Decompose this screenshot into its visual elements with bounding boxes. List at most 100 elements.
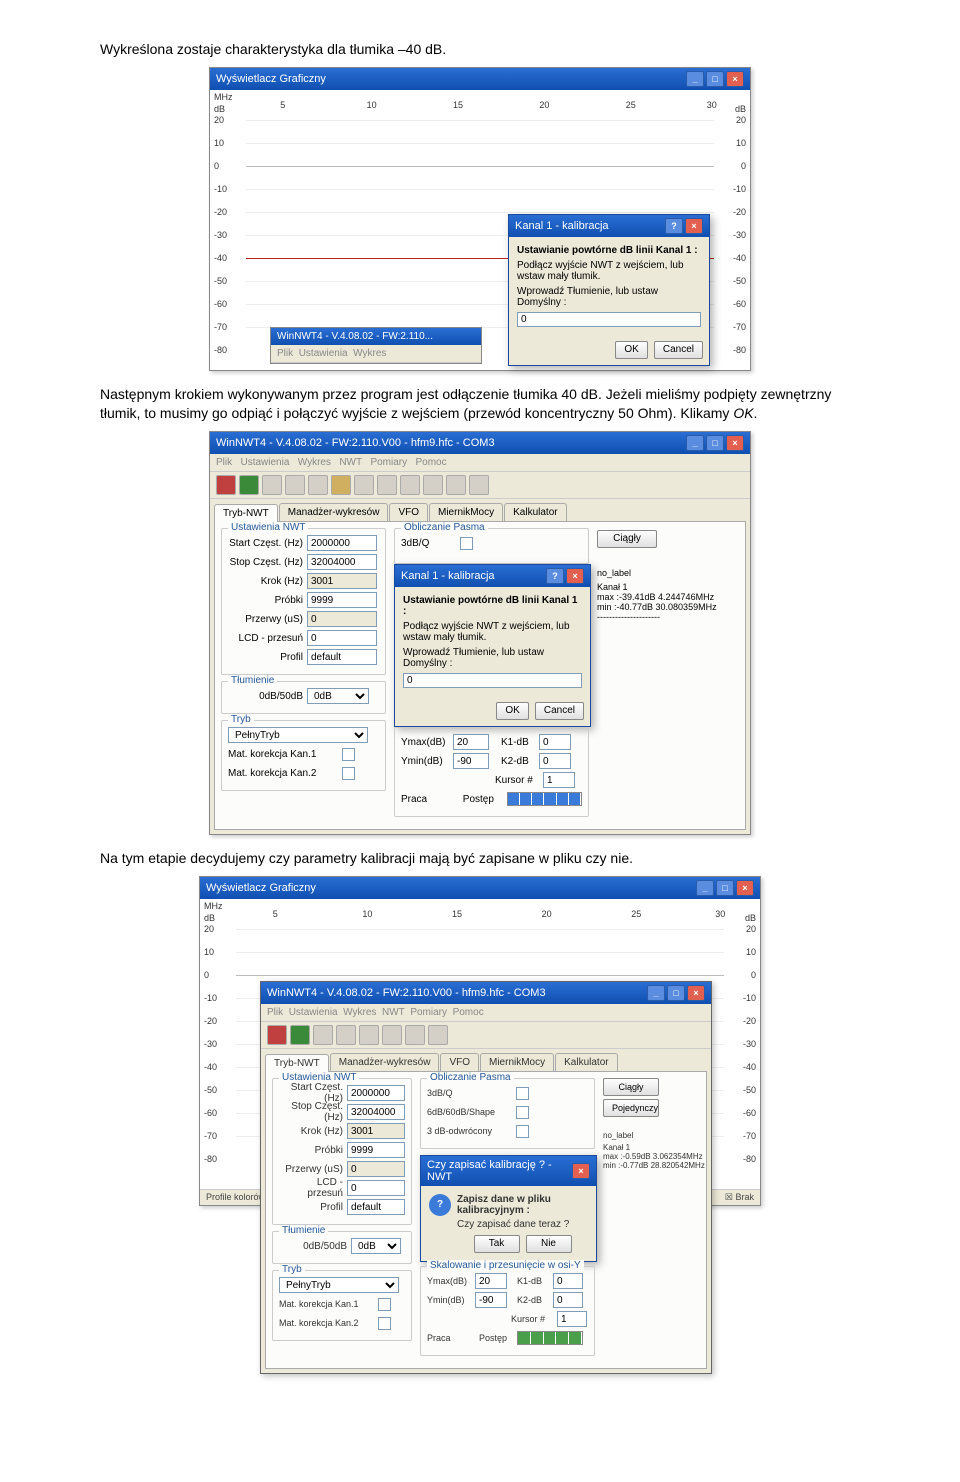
toolbar-icon[interactable] (405, 1025, 425, 1045)
checkbox[interactable] (378, 1298, 391, 1311)
toolbar-icon[interactable] (308, 475, 328, 495)
tab[interactable]: VFO (440, 1053, 479, 1071)
menu-ustawienia[interactable]: Ustawienia (299, 348, 348, 359)
help-icon[interactable]: ? (665, 218, 683, 234)
help-icon[interactable]: ? (546, 568, 564, 584)
lcd-input[interactable] (307, 630, 377, 646)
tab-vfo[interactable]: VFO (389, 503, 428, 521)
ok-button[interactable]: OK (615, 341, 647, 359)
modal-titlebar[interactable]: Kanal 1 - kalibracja ?× (395, 565, 590, 587)
att-select[interactable]: 0dB (351, 1238, 401, 1254)
tryb-select[interactable]: PełnyTryb (279, 1277, 399, 1293)
krok-input[interactable] (307, 573, 377, 589)
modal-titlebar[interactable]: Kanal 1 - kalibracja ?× (509, 215, 709, 237)
close-icon[interactable]: × (572, 1163, 590, 1179)
ciagly-button[interactable]: Ciągły (597, 530, 657, 548)
input[interactable] (475, 1292, 507, 1308)
menu-item[interactable]: NWT (339, 457, 362, 468)
checkbox[interactable] (516, 1106, 529, 1119)
toolbar-icon[interactable] (446, 475, 466, 495)
mat2-checkbox[interactable] (342, 767, 355, 780)
toolbar-icon[interactable] (400, 475, 420, 495)
tab[interactable]: Kalkulator (555, 1053, 617, 1071)
maximize-icon[interactable]: □ (706, 435, 724, 451)
cancel-button[interactable]: Cancel (535, 702, 584, 720)
menu-item[interactable]: Pomiary (410, 1007, 447, 1018)
menu-item[interactable]: Wykres (298, 457, 331, 468)
minimize-icon[interactable]: _ (686, 71, 704, 87)
input[interactable] (347, 1142, 405, 1158)
profil-input[interactable] (307, 649, 377, 665)
tab[interactable]: Tryb-NWT (265, 1054, 329, 1072)
menu-item[interactable]: Plik (267, 1007, 283, 1018)
close-icon[interactable]: × (726, 435, 744, 451)
menu-item[interactable]: Plik (216, 457, 232, 468)
minimize-icon[interactable]: _ (647, 985, 665, 1001)
probki-input[interactable] (307, 592, 377, 608)
app-titlebar-partial[interactable]: WinNWT4 - V.4.08.02 - FW:2.110... (271, 328, 481, 345)
pojedynczy-button[interactable]: Pojedynczy (603, 1099, 659, 1117)
toolbar-icon[interactable] (336, 1025, 356, 1045)
toolbar-icon[interactable] (469, 475, 489, 495)
toolbar-icon[interactable] (262, 475, 282, 495)
ok-button[interactable]: OK (496, 702, 528, 720)
close-icon[interactable]: × (685, 218, 703, 234)
toolbar-icon[interactable] (313, 1025, 333, 1045)
kursor-input[interactable] (543, 772, 575, 788)
toolbar-icon[interactable] (267, 1025, 287, 1045)
maximize-icon[interactable]: □ (667, 985, 685, 1001)
mat1-checkbox[interactable] (342, 748, 355, 761)
toolbar-icon[interactable] (359, 1025, 379, 1045)
toolbar-icon[interactable] (382, 1025, 402, 1045)
input[interactable] (347, 1199, 405, 1215)
tab[interactable]: MiernikMocy (480, 1053, 554, 1071)
modal-titlebar[interactable]: Czy zapisać kalibrację ? - NWT × (421, 1156, 596, 1186)
input[interactable] (553, 1273, 583, 1289)
menu-item[interactable]: NWT (382, 1007, 405, 1018)
maximize-icon[interactable]: □ (706, 71, 724, 87)
menu-wykres[interactable]: Wykres (353, 348, 386, 359)
input[interactable] (347, 1161, 405, 1177)
input[interactable] (347, 1123, 405, 1139)
ymin-input[interactable] (453, 753, 489, 769)
chart-titlebar[interactable]: Wyświetlacz Graficzny _ □ × (210, 68, 750, 90)
toolbar-icon[interactable] (239, 475, 259, 495)
close-icon[interactable]: × (726, 71, 744, 87)
tryb-select[interactable]: PełnyTryb (228, 727, 368, 743)
close-icon[interactable]: × (736, 880, 754, 896)
3db-checkbox[interactable] (460, 537, 473, 550)
tab-kalkulator[interactable]: Kalkulator (504, 503, 566, 521)
no-button[interactable]: Nie (526, 1235, 572, 1253)
ymax-input[interactable] (453, 734, 489, 750)
toolbar-icon[interactable] (331, 475, 351, 495)
input[interactable] (553, 1292, 583, 1308)
checkbox[interactable] (516, 1125, 529, 1138)
toolbar-icon[interactable] (216, 475, 236, 495)
toolbar-icon[interactable] (354, 475, 374, 495)
menu-item[interactable]: Wykres (343, 1007, 376, 1018)
menu-item[interactable]: Ustawienia (289, 1007, 338, 1018)
input[interactable] (475, 1273, 507, 1289)
close-icon[interactable]: × (566, 568, 584, 584)
przerwy-input[interactable] (307, 611, 377, 627)
input[interactable] (347, 1085, 405, 1101)
app-titlebar[interactable]: WinNWT4 - V.4.08.02 - FW:2.110.V00 - hfm… (261, 982, 711, 1004)
ciagly-button[interactable]: Ciągły (603, 1078, 659, 1096)
yes-button[interactable]: Tak (474, 1235, 520, 1253)
maximize-icon[interactable]: □ (716, 880, 734, 896)
tab[interactable]: Manadżer-wykresów (330, 1053, 440, 1071)
tab-manadzer[interactable]: Manadżer-wykresów (279, 503, 389, 521)
chart-titlebar[interactable]: Wyświetlacz Graficzny _□× (200, 877, 760, 899)
tab-tryb-nwt[interactable]: Tryb-NWT (214, 504, 278, 522)
app-titlebar[interactable]: WinNWT4 - V.4.08.02 - FW:2.110.V00 - hfm… (210, 432, 750, 454)
k2-input[interactable] (539, 753, 571, 769)
minimize-icon[interactable]: _ (696, 880, 714, 896)
menu-plik[interactable]: Plik (277, 348, 293, 359)
menu-item[interactable]: Pomiary (370, 457, 407, 468)
close-icon[interactable]: × (687, 985, 705, 1001)
start-freq-input[interactable] (307, 535, 377, 551)
tab-miernik[interactable]: MiernikMocy (429, 503, 503, 521)
toolbar-icon[interactable] (377, 475, 397, 495)
input[interactable] (557, 1311, 587, 1327)
input[interactable] (347, 1180, 405, 1196)
